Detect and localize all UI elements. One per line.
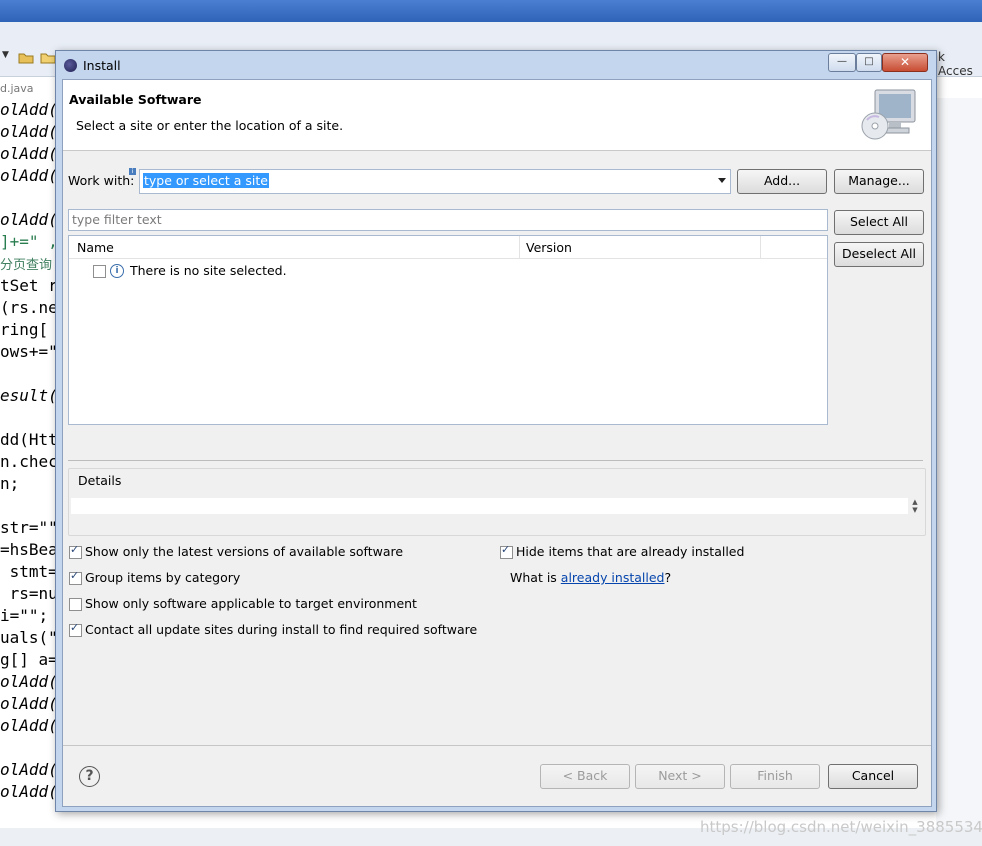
ide-right-panel	[936, 98, 982, 828]
code-line: dd(Htt	[0, 430, 56, 449]
code-line: olAdd(	[0, 210, 56, 229]
dropdown-icon[interactable]: ▼	[2, 50, 18, 64]
select-all-button[interactable]: Select All	[834, 210, 924, 235]
details-scroll-arrows[interactable]: ▲ ▼	[909, 498, 921, 514]
work-with-combo[interactable]: type or select a site	[139, 169, 731, 194]
filter-placeholder: type filter text	[72, 212, 162, 227]
filter-field[interactable]: type filter text	[68, 209, 828, 231]
applicable-only-label: Show only software applicable to target …	[85, 596, 417, 611]
code-line: olAdd(	[0, 782, 56, 801]
install-computer-icon	[859, 86, 921, 144]
work-with-input[interactable]: type or select a site	[143, 173, 269, 188]
install-dialog: Install — □ ✕ Available Software Select …	[55, 50, 937, 812]
manage-sites-button[interactable]: Manage...	[834, 169, 924, 194]
code-line: stmt=	[0, 562, 56, 581]
page-title: Available Software	[69, 92, 202, 107]
help-icon[interactable]: ?	[79, 766, 100, 787]
page-description: Select a site or enter the location of a…	[76, 118, 344, 133]
folder-icon[interactable]	[40, 50, 56, 64]
column-divider[interactable]	[760, 236, 761, 258]
software-table[interactable]: Name Version i There is no site selected…	[68, 235, 828, 425]
editor-tab[interactable]: d.java	[0, 82, 34, 95]
deselect-all-button[interactable]: Deselect All	[834, 242, 924, 267]
sash-divider[interactable]	[68, 460, 923, 461]
code-line: olAdd(	[0, 672, 56, 691]
minimize-button[interactable]: —	[828, 53, 856, 72]
access-label: k Acces	[938, 50, 973, 78]
dialog-body: Available Software Select a site or ente…	[62, 79, 932, 807]
hide-installed-label: Hide items that are already installed	[516, 544, 745, 559]
table-row[interactable]: i There is no site selected.	[91, 262, 491, 280]
hide-installed-checkbox[interactable]	[500, 543, 513, 559]
code-line: olAdd(	[0, 166, 56, 185]
code-line: ows+="	[0, 342, 56, 361]
table-header: Name Version	[69, 236, 827, 259]
code-line: olAdd(	[0, 694, 56, 713]
code-line: 分页查询	[0, 258, 53, 273]
what-is-suffix: ?	[664, 570, 672, 585]
details-label: Details	[76, 473, 124, 488]
row-name: There is no site selected.	[130, 263, 287, 278]
already-installed-link[interactable]: already installed	[561, 570, 665, 585]
column-name-header[interactable]: Name	[77, 240, 114, 255]
dialog-title: Install	[83, 58, 121, 73]
dialog-title-bar[interactable]: Install — □ ✕	[56, 51, 936, 77]
what-is-installed-text: What is already installed?	[510, 570, 671, 585]
code-line: tSet r	[0, 276, 56, 295]
column-divider[interactable]	[519, 236, 520, 258]
code-line: olAdd(	[0, 122, 56, 141]
code-line: olAdd(	[0, 760, 56, 779]
contact-all-sites-label: Contact all update sites during install …	[85, 622, 478, 637]
contact-all-sites-checkbox[interactable]	[69, 621, 82, 637]
code-line: =hsBea	[0, 540, 56, 559]
code-line: olAdd(	[0, 100, 56, 119]
finish-button[interactable]: Finish	[730, 764, 820, 789]
cancel-button[interactable]: Cancel	[828, 764, 918, 789]
latest-versions-label: Show only the latest versions of availab…	[85, 544, 404, 559]
open-folder-icon[interactable]	[18, 50, 34, 64]
code-line: g[] a=	[0, 650, 56, 669]
close-button[interactable]: ✕	[882, 53, 928, 72]
code-line: i="";	[0, 606, 49, 625]
details-text	[71, 498, 908, 514]
what-is-prefix: What is	[510, 570, 561, 585]
code-editor: olAdd( olAdd( olAdd( olAdd( olAdd( ]+=" , 分页查询…	[0, 98, 56, 828]
chevron-down-icon[interactable]	[718, 178, 726, 183]
column-version-header[interactable]: Version	[526, 240, 572, 255]
info-icon: i	[110, 264, 124, 278]
code-line: uals("	[0, 628, 56, 647]
code-line: olAdd(	[0, 716, 56, 735]
work-with-label: Work with:	[68, 173, 135, 188]
watermark: https://blog.csdn.net/weixin_38855344	[700, 818, 982, 836]
add-site-button[interactable]: Add...	[737, 169, 827, 194]
code-line: n.chec	[0, 452, 56, 471]
maximize-button[interactable]: □	[856, 53, 882, 72]
group-by-category-label: Group items by category	[85, 570, 241, 585]
ide-title-bar	[0, 0, 982, 22]
code-line: olAdd(	[0, 144, 56, 163]
code-line: esult(	[0, 386, 56, 405]
next-button[interactable]: Next >	[635, 764, 725, 789]
code-line: rs=nu	[0, 584, 56, 603]
back-button[interactable]: < Back	[540, 764, 630, 789]
wizard-header: Available Software Select a site or ente…	[63, 80, 931, 151]
latest-versions-checkbox[interactable]	[69, 543, 82, 559]
applicable-only-checkbox[interactable]	[69, 598, 82, 611]
row-checkbox[interactable]	[93, 265, 106, 278]
eclipse-icon	[64, 59, 77, 72]
code-line: ring[	[0, 320, 49, 339]
code-line: ]+=" ,	[0, 232, 56, 251]
code-line: str=""	[0, 518, 56, 537]
footer-separator	[63, 745, 931, 746]
group-by-category-checkbox[interactable]	[69, 569, 82, 585]
code-line: n;	[0, 474, 20, 493]
code-line: (rs.ne	[0, 298, 56, 317]
